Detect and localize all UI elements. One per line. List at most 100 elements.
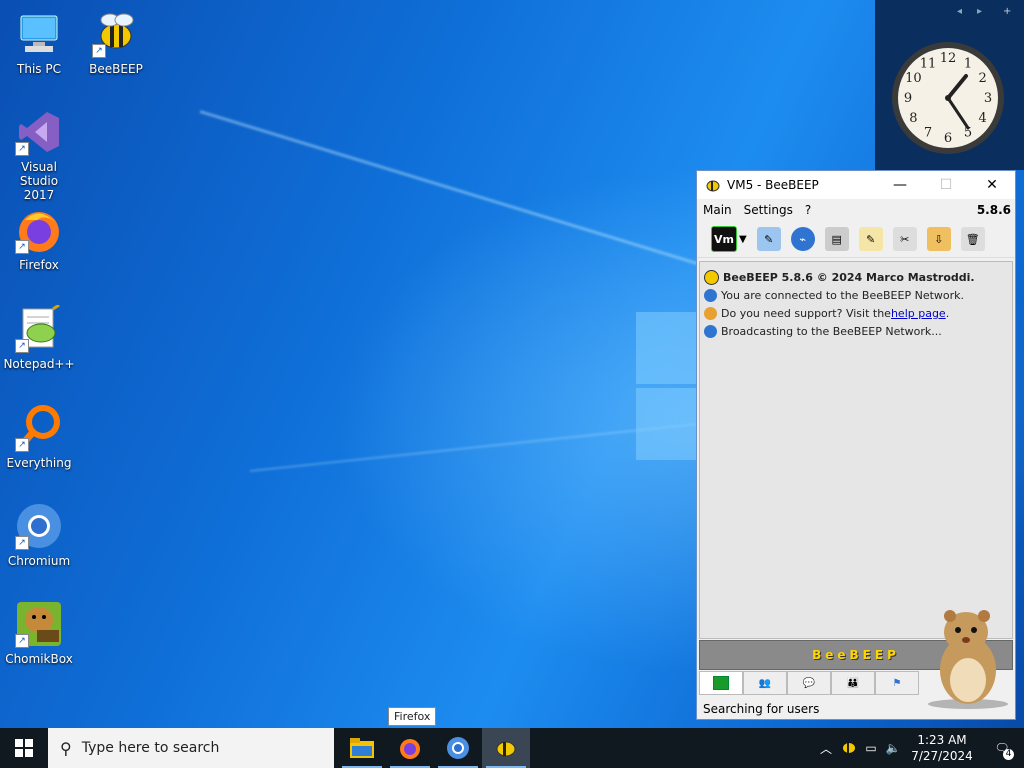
shortcut-arrow-icon: ↗ <box>15 438 29 452</box>
chat-icon <box>713 676 729 690</box>
maximize-button[interactable]: ☐ <box>923 177 969 193</box>
shortcut-arrow-icon: ↗ <box>15 634 29 648</box>
shortcut-arrow-icon: ↗ <box>15 339 29 353</box>
bee-icon <box>496 741 516 757</box>
clock-numeral: 11 <box>920 56 937 71</box>
notification-center-button[interactable]: 🗨 4 <box>980 741 1024 760</box>
menu-bar: Main Settings ? 5.8.6 <box>697 199 1015 221</box>
clock-numeral: 7 <box>924 126 932 141</box>
chevron-down-icon[interactable]: ▼ <box>739 234 747 245</box>
folder-icon <box>350 738 374 758</box>
tab-users[interactable]: 👥 <box>743 671 787 695</box>
shortcut-arrow-icon: ↗ <box>15 536 29 550</box>
taskbar-file-explorer[interactable] <box>338 728 386 768</box>
shortcut-arrow-icon: ↗ <box>92 44 106 58</box>
clock-numeral: 10 <box>905 71 922 86</box>
clock-numeral: 3 <box>984 91 992 106</box>
taskbar-firefox[interactable] <box>386 728 434 768</box>
taskbar-chromium[interactable] <box>434 728 482 768</box>
tab-chat[interactable] <box>699 671 743 695</box>
desktop-icon-firefox[interactable]: ↗ Firefox <box>3 206 75 272</box>
vm-status-button[interactable]: Vm <box>711 226 737 252</box>
search-box[interactable]: ⚲ Type here to search <box>48 728 334 768</box>
desktop-icon-this-pc[interactable]: This PC <box>3 10 75 76</box>
desktop-icon-label: Chromium <box>7 554 71 568</box>
clock-numeral: 8 <box>909 111 917 126</box>
bee-icon <box>704 269 719 285</box>
download-icon[interactable]: ⇩ <box>926 227 951 251</box>
tab-groups[interactable]: 👪 <box>831 671 875 695</box>
shortcut-arrow-icon: ↗ <box>15 142 29 156</box>
firefox-icon: ↗ <box>15 206 63 254</box>
chromium-icon <box>447 737 469 759</box>
clock-numeral: 4 <box>979 111 987 126</box>
desktop-icon-label: Visual Studio 2017 <box>19 160 59 202</box>
desktop-icon-label: Notepad++ <box>3 357 75 371</box>
menu-main[interactable]: Main <box>703 203 732 217</box>
clock-gadget[interactable]: 12 1 2 3 4 5 6 7 8 9 10 11 <box>890 40 1006 156</box>
notepad-plus-plus-icon: ↗ <box>15 303 63 353</box>
desktop-icon-label: BeeBEEP <box>89 62 143 76</box>
bee-tray-icon[interactable] <box>838 740 860 757</box>
clock-numeral: 2 <box>979 71 987 86</box>
connected-icon <box>704 288 717 302</box>
menu-settings[interactable]: Settings <box>744 203 793 217</box>
title-bar[interactable]: VM5 - BeeBEEP — ☐ ✕ <box>697 171 1015 199</box>
desktop-icon-chromium[interactable]: ↗ Chromium <box>3 502 75 568</box>
gadget-next-button[interactable]: ▸ <box>977 6 982 17</box>
clock-numeral: 12 <box>940 51 957 66</box>
desktop-icon-beebeep[interactable]: ↗ BeeBEEP <box>80 10 152 76</box>
desktop-icon-notepad-plus-plus[interactable]: ↗ Notepad++ <box>3 303 75 371</box>
clock-date: 7/27/2024 <box>911 749 973 763</box>
help-page-link[interactable]: help page <box>891 307 946 320</box>
broadcast-icon <box>704 324 717 338</box>
chat-log[interactable]: BeeBEEP 5.8.6 © 2024 Marco Mastroddi. Yo… <box>699 261 1013 639</box>
desktop-icon-everything[interactable]: ↗ Everything <box>3 404 75 470</box>
desktop-icon-chomikbox[interactable]: ↗ ChomikBox <box>3 600 75 666</box>
plugin-icon: ⚑ <box>892 677 902 689</box>
desktop-icon-label: ChomikBox <box>5 652 73 666</box>
notification-badge: 4 <box>1003 749 1014 760</box>
write-message-icon[interactable]: ✎ <box>858 227 883 251</box>
desktop-icon-label: Everything <box>6 456 72 470</box>
support-icon <box>704 306 717 320</box>
system-tray: ︿ ▭ 🔈 1:23 AM 7/27/2024 🗨 4 <box>814 728 1024 768</box>
clock-time: 1:23 AM <box>917 733 967 747</box>
log-line: BeeBEEP 5.8.6 © 2024 Marco Mastroddi. <box>704 268 1008 286</box>
start-button[interactable] <box>0 728 48 768</box>
search-icon: ⚲ <box>60 738 72 758</box>
tab-plugins[interactable]: ⚑ <box>875 671 919 695</box>
chromium-icon: ↗ <box>15 502 63 550</box>
file-sharing-icon[interactable]: ▤ <box>824 227 849 251</box>
desktop-icon-label: Firefox <box>19 258 59 272</box>
minimize-button[interactable]: — <box>877 177 923 193</box>
log-line: Do you need support? Visit the help page… <box>704 304 1008 322</box>
desktop-icon-visual-studio[interactable]: ↗ Visual Studio 2017 <box>3 108 75 202</box>
menu-help[interactable]: ? <box>805 203 811 217</box>
close-button[interactable]: ✕ <box>969 177 1015 193</box>
taskbar-tooltip: Firefox <box>388 707 437 726</box>
clock-numeral: 1 <box>964 56 972 71</box>
visual-studio-icon: ↗ <box>15 108 63 156</box>
toolbar: Vm ▼ ✎ ⌁ ▤ ✎ ✂ ⇩ 🗑 <box>697 221 1015 258</box>
messages-icon: 💬 <box>802 677 816 689</box>
network-icon[interactable]: ⌁ <box>790 227 815 251</box>
volume-muted-icon[interactable]: 🔈 <box>882 741 904 755</box>
network-icon[interactable]: ▭ <box>860 741 882 755</box>
tools-icon[interactable]: ✂ <box>892 227 917 251</box>
firefox-icon <box>400 739 420 759</box>
taskbar-clock[interactable]: 1:23 AM 7/27/2024 <box>904 732 980 764</box>
desktop-icon-label: This PC <box>17 62 61 76</box>
taskbar-beebeep[interactable] <box>482 728 530 768</box>
trash-icon[interactable]: 🗑 <box>960 227 985 251</box>
version-label: 5.8.6 <box>976 203 1011 217</box>
everything-search-icon: ↗ <box>15 404 63 452</box>
users-icon: 👥 <box>758 677 772 689</box>
gadget-add-button[interactable]: + <box>1003 6 1011 17</box>
chevron-up-icon[interactable]: ︿ <box>814 740 838 757</box>
tab-messages[interactable]: 💬 <box>787 671 831 695</box>
edit-profile-icon[interactable]: ✎ <box>756 227 781 251</box>
hamster-gadget[interactable] <box>918 600 1014 710</box>
gadget-prev-button[interactable]: ◂ <box>957 6 962 17</box>
computer-icon <box>15 10 63 58</box>
